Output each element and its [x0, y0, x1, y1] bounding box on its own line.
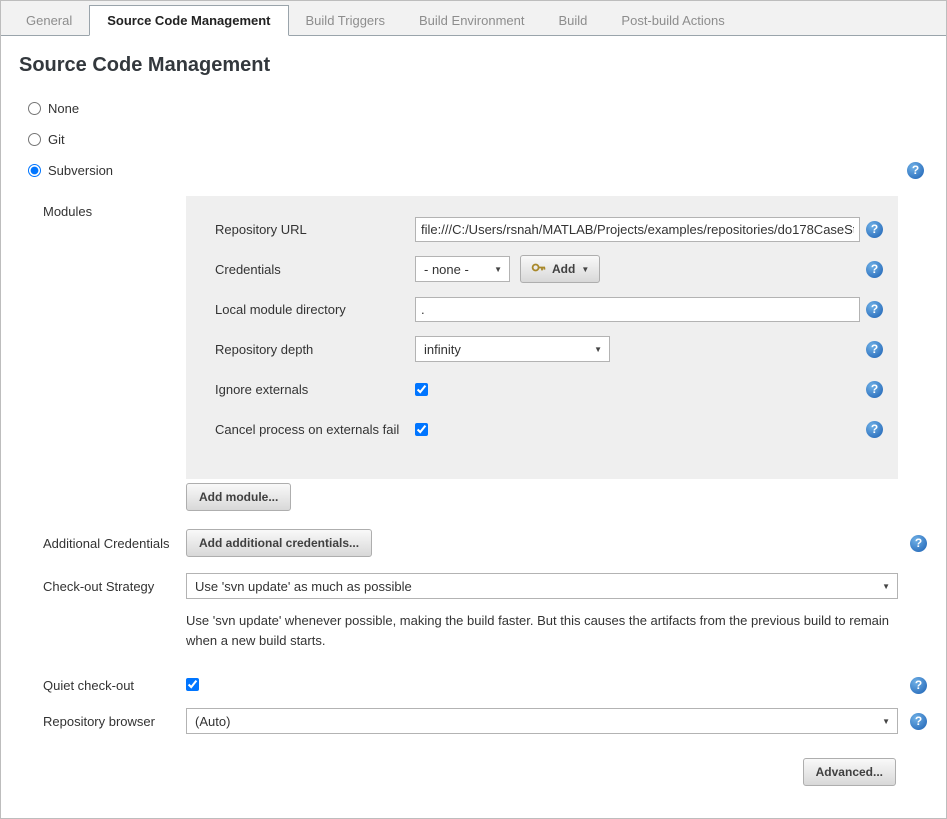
help-icon[interactable]: ?: [910, 677, 927, 694]
chevron-down-icon: ▼: [484, 265, 502, 274]
modules-row: Modules Repository URL ? Credentials: [1, 196, 946, 511]
scm-option-git: Git: [28, 124, 946, 155]
tab-post-build-actions[interactable]: Post-build Actions: [604, 6, 741, 35]
chevron-down-icon: ▼: [584, 345, 602, 354]
chevron-down-icon: ▼: [872, 582, 890, 591]
local-module-directory-input[interactable]: [415, 297, 860, 322]
scm-option-git-label: Git: [48, 132, 65, 147]
help-icon[interactable]: ?: [907, 162, 924, 179]
checkout-strategy-select[interactable]: Use 'svn update' as much as possible ▼: [186, 573, 898, 599]
scm-option-subversion-label: Subversion: [48, 163, 113, 178]
add-module-button[interactable]: Add module...: [186, 483, 291, 511]
module-config-box: Repository URL ? Credentials - none - ▼: [186, 196, 898, 479]
tab-source-code-management[interactable]: Source Code Management: [89, 5, 288, 36]
chevron-down-icon: ▼: [872, 717, 890, 726]
add-additional-credentials-button[interactable]: Add additional credentials...: [186, 529, 372, 557]
repository-browser-select[interactable]: (Auto) ▼: [186, 708, 898, 734]
advanced-button[interactable]: Advanced...: [803, 758, 896, 786]
repository-depth-select[interactable]: infinity ▼: [415, 336, 610, 362]
advanced-row: Advanced...: [1, 758, 946, 786]
additional-credentials-row: Additional Credentials Add additional cr…: [1, 529, 946, 557]
tab-build-triggers[interactable]: Build Triggers: [289, 6, 402, 35]
help-icon[interactable]: ?: [866, 341, 883, 358]
checkout-strategy-row: Check-out Strategy Use 'svn update' as m…: [1, 573, 946, 651]
ignore-externals-label: Ignore externals: [215, 382, 415, 397]
credentials-select[interactable]: - none - ▼: [415, 256, 510, 282]
repository-browser-selected-value: (Auto): [195, 714, 230, 729]
help-icon[interactable]: ?: [866, 421, 883, 438]
tab-general[interactable]: General: [9, 6, 89, 35]
repository-url-label: Repository URL: [215, 222, 415, 237]
local-module-directory-row: Local module directory ?: [186, 289, 898, 329]
help-icon[interactable]: ?: [910, 713, 927, 730]
repository-url-row: Repository URL ?: [186, 209, 898, 249]
scm-radio-git[interactable]: [28, 133, 41, 146]
scm-radio-none[interactable]: [28, 102, 41, 115]
repository-depth-label: Repository depth: [215, 342, 415, 357]
quiet-checkout-checkbox[interactable]: [186, 678, 199, 691]
local-module-directory-label: Local module directory: [215, 302, 415, 317]
tab-build[interactable]: Build: [542, 6, 605, 35]
chevron-down-icon: ▼: [581, 265, 589, 274]
scm-radio-subversion[interactable]: [28, 164, 41, 177]
scm-radio-group: None Git Subversion ?: [28, 93, 946, 186]
quiet-checkout-row: Quiet check-out ?: [1, 677, 946, 694]
repository-browser-label: Repository browser: [43, 714, 186, 729]
repository-browser-row: Repository browser (Auto) ▼ ?: [1, 708, 946, 734]
credentials-row: Credentials - none - ▼ Add: [186, 249, 898, 289]
help-icon[interactable]: ?: [866, 221, 883, 238]
help-icon[interactable]: ?: [866, 261, 883, 278]
ignore-externals-row: Ignore externals ?: [186, 369, 898, 409]
ignore-externals-checkbox[interactable]: [415, 383, 428, 396]
checkout-strategy-description: Use 'svn update' whenever possible, maki…: [186, 611, 898, 651]
key-icon: [531, 260, 546, 278]
help-icon[interactable]: ?: [866, 301, 883, 318]
page-title: Source Code Management: [19, 54, 946, 77]
additional-credentials-label: Additional Credentials: [43, 536, 186, 551]
checkout-strategy-label: Check-out Strategy: [43, 573, 186, 651]
modules-section-label: Modules: [43, 196, 186, 511]
help-icon[interactable]: ?: [910, 535, 927, 552]
repository-depth-row: Repository depth infinity ▼ ?: [186, 329, 898, 369]
jenkins-config-page: General Source Code Management Build Tri…: [0, 0, 947, 819]
cancel-process-label: Cancel process on externals fail: [215, 422, 415, 437]
add-credentials-button[interactable]: Add ▼: [520, 255, 600, 283]
tab-build-environment[interactable]: Build Environment: [402, 6, 542, 35]
credentials-selected-value: - none -: [424, 262, 469, 277]
checkout-strategy-selected-value: Use 'svn update' as much as possible: [195, 579, 412, 594]
scm-option-none-label: None: [48, 101, 79, 116]
config-tabbar: General Source Code Management Build Tri…: [1, 1, 946, 36]
quiet-checkout-label: Quiet check-out: [43, 678, 186, 693]
scm-option-none: None: [28, 93, 946, 124]
credentials-label: Credentials: [215, 262, 415, 277]
add-credentials-button-label: Add: [552, 262, 575, 276]
cancel-process-row: Cancel process on externals fail ?: [186, 409, 898, 449]
help-icon[interactable]: ?: [866, 381, 883, 398]
cancel-process-checkbox[interactable]: [415, 423, 428, 436]
repository-depth-selected-value: infinity: [424, 342, 461, 357]
scm-option-subversion: Subversion ?: [28, 155, 946, 186]
repository-url-input[interactable]: [415, 217, 860, 242]
scm-section: Source Code Management None Git Subversi…: [1, 54, 946, 812]
